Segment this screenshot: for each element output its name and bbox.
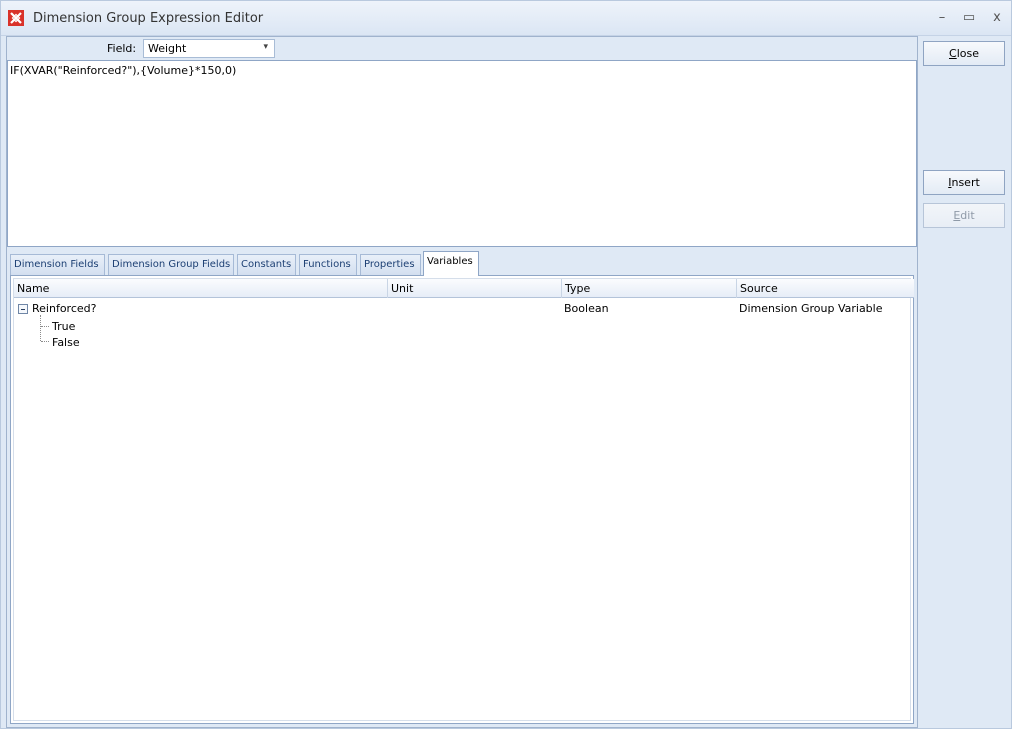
tab-dimension-fields[interactable]: Dimension Fields [10, 254, 105, 275]
row-name: True [52, 320, 76, 333]
chevron-down-icon[interactable]: ▾ [263, 42, 268, 52]
tab-variables[interactable]: Variables [423, 251, 479, 276]
close-icon[interactable]: x [987, 9, 1007, 27]
insert-button[interactable]: Insert [923, 170, 1005, 195]
tab-constants[interactable]: Constants [237, 254, 296, 275]
minimize-icon[interactable]: – [932, 9, 952, 27]
close-button-mnemonic: C [949, 47, 957, 60]
field-dropdown[interactable]: Weight ▾ [143, 39, 275, 58]
column-headers: Name Unit Type Source [14, 279, 914, 298]
maximize-icon[interactable]: ▭ [959, 9, 979, 27]
editor-area: Field: Weight ▾ IF(XVAR("Reinforced?"),{… [6, 36, 918, 728]
field-row: Field: Weight ▾ [7, 37, 917, 61]
close-button[interactable]: Close [923, 41, 1005, 66]
expression-textarea[interactable]: IF(XVAR("Reinforced?"),{Volume}*150,0) [7, 60, 917, 247]
row-name: Reinforced? [32, 302, 97, 315]
title-bar[interactable]: Dimension Group Expression Editor – ▭ x [1, 1, 1011, 36]
row-source: Dimension Group Variable [739, 302, 883, 315]
tab-properties[interactable]: Properties [360, 254, 421, 275]
app-logo-icon [8, 10, 24, 26]
expression-text: IF(XVAR("Reinforced?"),{Volume}*150,0) [10, 64, 237, 77]
column-header-unit[interactable]: Unit [388, 279, 562, 298]
column-header-source[interactable]: Source [737, 279, 912, 298]
variables-tree-list[interactable]: Name Unit Type Source Reinforced? Boolea… [13, 278, 914, 721]
edit-button[interactable]: Edit [923, 203, 1005, 228]
collapse-icon[interactable] [18, 304, 28, 314]
variables-list-panel: Name Unit Type Source Reinforced? Boolea… [10, 275, 914, 724]
field-dropdown-value: Weight [148, 42, 187, 55]
edit-button-label: dit [960, 209, 975, 222]
tab-strip: Dimension Fields Dimension Group Fields … [10, 251, 915, 276]
column-header-name[interactable]: Name [14, 279, 388, 298]
window-title: Dimension Group Expression Editor [33, 11, 264, 26]
close-button-label: lose [956, 47, 979, 60]
tab-dimension-group-fields[interactable]: Dimension Group Fields [108, 254, 234, 275]
expression-editor-window: Dimension Group Expression Editor – ▭ x … [0, 0, 1012, 729]
field-label: Field: [107, 42, 137, 55]
tree-row-reinforced[interactable]: Reinforced? Boolean Dimension Group Vari… [14, 300, 910, 318]
tree-row-false[interactable]: False [14, 334, 910, 352]
column-header-type[interactable]: Type [562, 279, 737, 298]
insert-button-label: nsert [951, 176, 980, 189]
action-panel: Close Insert Edit [918, 36, 1011, 728]
row-name: False [52, 336, 80, 349]
row-type: Boolean [564, 302, 609, 315]
tab-functions[interactable]: Functions [299, 254, 357, 275]
